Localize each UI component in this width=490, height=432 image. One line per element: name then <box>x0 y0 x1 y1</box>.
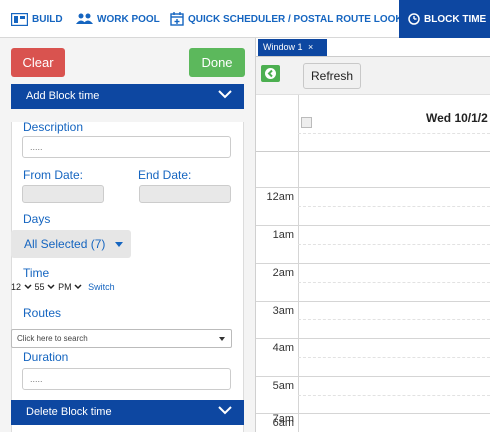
hour-label: 2am <box>272 267 294 279</box>
close-icon[interactable]: × <box>308 42 313 52</box>
nav-block-time-label: BLOCK TIME <box>424 13 487 25</box>
clock-icon <box>408 13 420 25</box>
half-hour-line <box>298 133 490 134</box>
hour-label: 5am <box>272 380 294 392</box>
day-calendar: Wed 10/1/2 12am 1am 2am 3am 4am 5am 6am <box>256 95 490 432</box>
nav-work-pool[interactable]: WORK POOL <box>76 0 160 38</box>
routes-placeholder: Click here to search <box>17 334 88 343</box>
tab-window-1-label: Window 1 <box>263 42 303 52</box>
half-hour-line <box>298 282 490 283</box>
nav-block-time[interactable]: BLOCK TIME <box>399 0 490 38</box>
chevron-down-icon <box>218 406 232 415</box>
calendar-panel: Window 1 × Refresh Wed 10/1/2 12am 1am 2… <box>256 38 490 432</box>
users-icon <box>76 13 93 24</box>
hour-label: 7am <box>272 413 294 425</box>
delete-block-time-title: Delete Block time <box>26 406 112 418</box>
top-navbar: BUILD WORK POOL QUICK SCHEDULER / POSTAL… <box>0 0 490 38</box>
days-dropdown[interactable]: All Selected (7) <box>11 230 131 258</box>
nav-quick-scheduler-label: QUICK SCHEDULER / POSTAL ROUTE LOOKUP <box>188 13 417 25</box>
hour-label: 1am <box>272 229 294 241</box>
duration-input[interactable]: ..... <box>22 368 231 390</box>
half-hour-line <box>298 319 490 320</box>
end-date-label: End Date: <box>138 168 192 182</box>
back-button[interactable] <box>261 65 280 82</box>
half-hour-line <box>298 244 490 245</box>
hour-value: 12 <box>11 282 22 292</box>
end-date-input[interactable] <box>139 185 231 203</box>
ampm-value: PM <box>58 282 72 292</box>
calendar-day-header: Wed 10/1/2 <box>256 95 490 152</box>
done-button[interactable]: Done <box>189 48 245 77</box>
hour-line <box>256 338 490 339</box>
half-hour-line <box>298 395 490 396</box>
switch-link[interactable]: Switch <box>88 282 115 292</box>
half-hour-line <box>298 206 490 207</box>
nav-quick-scheduler[interactable]: QUICK SCHEDULER / POSTAL ROUTE LOOKUP <box>170 0 417 38</box>
add-block-time-header[interactable]: Add Block time <box>11 84 244 109</box>
chevron-down-icon <box>47 284 55 290</box>
build-icon <box>11 12 28 26</box>
hour-select[interactable]: 12 <box>11 282 32 292</box>
time-picker: 12 55 PM Switch <box>11 282 115 292</box>
caret-down-icon <box>114 242 123 248</box>
description-label: Description <box>23 120 84 134</box>
hour-label: 4am <box>272 342 294 354</box>
chevron-down-icon <box>24 284 32 290</box>
nav-work-pool-label: WORK POOL <box>97 13 160 25</box>
days-label: Days <box>23 212 51 226</box>
tab-window-1[interactable]: Window 1 × <box>258 39 327 56</box>
ampm-select[interactable]: PM <box>58 282 82 292</box>
minute-select[interactable]: 55 <box>35 282 56 292</box>
delete-block-time-header[interactable]: Delete Block time <box>11 400 244 425</box>
nav-build-label: BUILD <box>32 13 63 25</box>
clear-button[interactable]: Clear <box>11 48 65 77</box>
calendar-toolbar: Refresh <box>256 56 490 95</box>
routes-label: Routes <box>23 306 62 320</box>
description-input[interactable]: ..... <box>22 136 231 158</box>
days-dropdown-value: All Selected (7) <box>24 237 106 251</box>
nav-build[interactable]: BUILD <box>11 0 63 38</box>
duration-label: Duration <box>23 350 69 364</box>
hour-line <box>256 187 490 188</box>
half-hour-line <box>298 357 490 358</box>
time-label: Time <box>23 266 50 280</box>
day-column-title: Wed 10/1/2 <box>426 111 488 125</box>
hour-label: 12am <box>266 191 294 203</box>
caret-down-icon <box>219 337 225 341</box>
from-date-input[interactable] <box>22 185 104 203</box>
minute-value: 55 <box>34 282 45 292</box>
hour-line <box>256 225 490 226</box>
hour-line <box>256 263 490 264</box>
block-time-form-panel: Clear Done Add Block time Description ..… <box>0 38 256 432</box>
hour-line <box>256 376 490 377</box>
calendar-plus-icon <box>170 12 184 26</box>
arrow-left-circle-icon <box>265 68 276 79</box>
chevron-down-icon <box>218 90 232 99</box>
routes-search-select[interactable]: Click here to search <box>11 329 232 348</box>
refresh-button[interactable]: Refresh <box>303 63 361 89</box>
all-day-checkbox[interactable] <box>301 117 312 128</box>
chevron-down-icon <box>74 284 82 290</box>
add-block-time-title: Add Block time <box>26 90 100 102</box>
hour-label: 3am <box>272 305 294 317</box>
hour-line <box>256 301 490 302</box>
from-date-label: From Date: <box>23 168 84 182</box>
